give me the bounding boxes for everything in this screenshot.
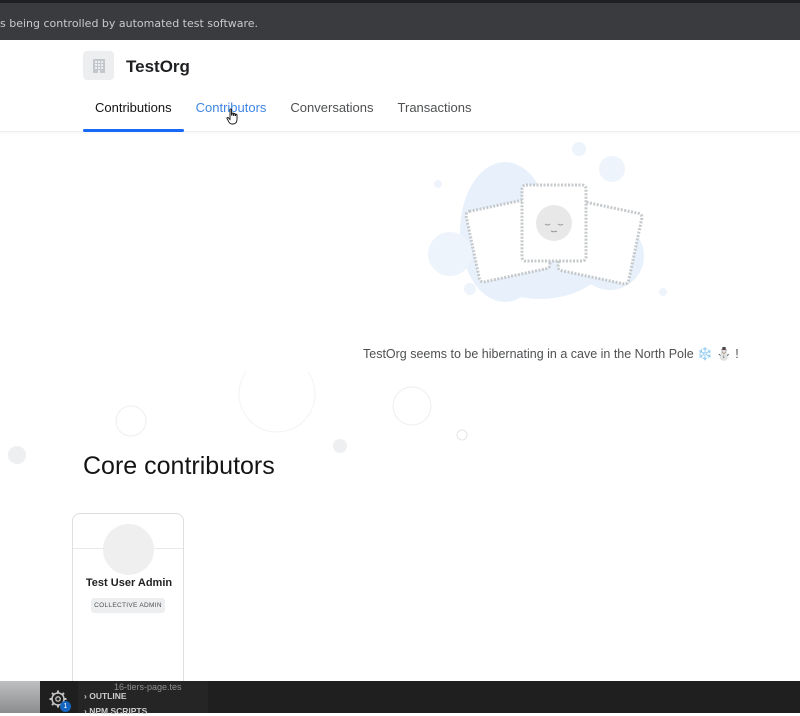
tab-conversations[interactable]: Conversations (278, 100, 385, 132)
tab-transactions[interactable]: Transactions (386, 100, 484, 132)
building-icon (92, 58, 105, 73)
role-badge: COLLECTIVE ADMIN (91, 598, 165, 613)
hand-cursor-icon (226, 108, 238, 125)
outline-label: OUTLINE (89, 691, 127, 701)
outline-section[interactable]: › OUTLINE (84, 691, 127, 701)
collective-header: TestOrg Contributions Contributors Conve… (0, 40, 800, 132)
main-content: TestOrg seems to be hibernating in a cav… (0, 132, 800, 703)
avatar[interactable] (103, 524, 154, 575)
contributor-card[interactable]: Test User Admin COLLECTIVE ADMIN (72, 513, 184, 703)
window-thumbnail (0, 681, 40, 713)
org-name[interactable]: TestOrg (126, 57, 190, 77)
infobar-text: s being controlled by automated test sof… (0, 17, 259, 30)
collective-tabs: Contributions Contributors Conversations… (83, 100, 483, 132)
core-contributors-title: Core contributors (83, 452, 275, 480)
npm-scripts-section[interactable]: › NPM SCRIPTS (84, 706, 147, 716)
editor-taskbar: 1 16-tiers-page.tes › OUTLINE › NPM SCRI… (0, 681, 800, 716)
notification-badge: 1 (60, 701, 71, 712)
empty-state-message: TestOrg seems to be hibernating in a cav… (363, 347, 739, 361)
org-avatar[interactable] (83, 51, 114, 80)
decorative-bubbles (8, 372, 468, 464)
npm-scripts-label: NPM SCRIPTS (89, 706, 148, 716)
contributor-name[interactable]: Test User Admin (73, 577, 183, 589)
tab-contributions[interactable]: Contributions (83, 100, 184, 132)
automation-infobar: s being controlled by automated test sof… (0, 0, 800, 40)
